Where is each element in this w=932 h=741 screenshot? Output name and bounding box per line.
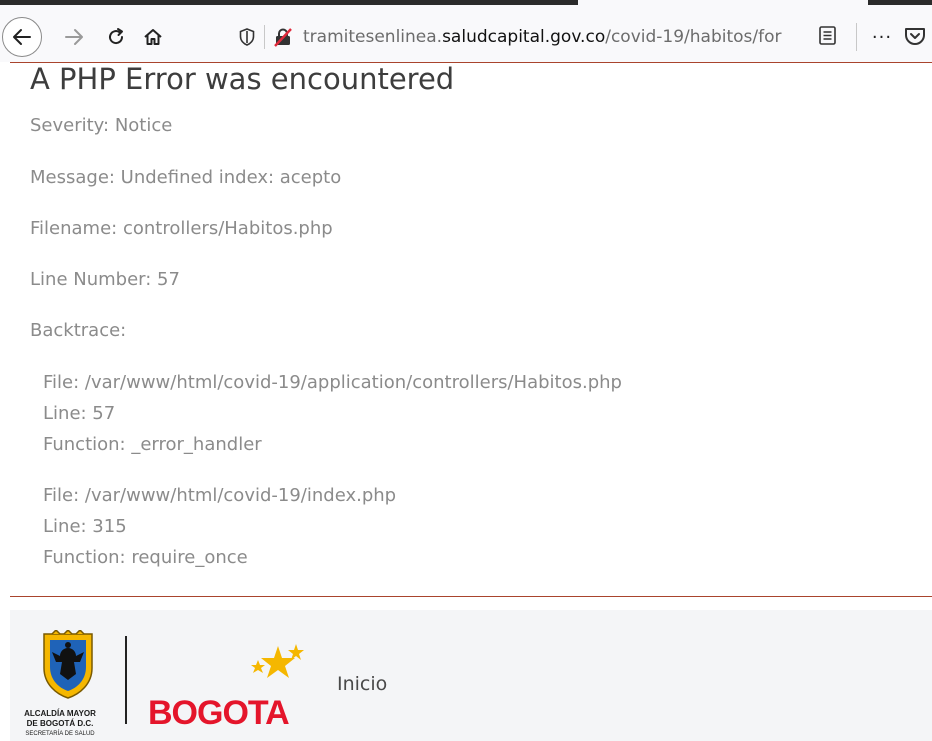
back-button[interactable] (2, 17, 42, 57)
backtrace-file: File: /var/www/html/covid-19/application… (43, 372, 622, 393)
address-bar-divider (264, 25, 265, 49)
error-severity: Severity: Notice (30, 115, 173, 136)
bogota-logo[interactable]: BOGOTA (144, 644, 314, 736)
backtrace-line: Line: 57 (43, 403, 116, 424)
url-path: /covid-19/habitos/for (605, 27, 782, 47)
crest-line-2: DE BOGOTÁ D.C. (26, 719, 94, 728)
reader-view-button[interactable] (818, 25, 840, 49)
backtrace-function: Function: _error_handler (43, 434, 262, 455)
tab-strip (0, 0, 932, 8)
url-prefix: tramitesenlinea. (303, 27, 443, 47)
more-icon: ··· (871, 26, 893, 48)
pocket-icon (905, 28, 925, 45)
backtrace-file: File: /var/www/html/covid-19/index.php (43, 485, 397, 506)
toolbar-divider (856, 23, 857, 51)
error-message: Message: Undefined index: acepto (30, 167, 342, 188)
insecure-lock-icon[interactable] (271, 27, 295, 47)
footer-link-inicio[interactable]: Inicio (337, 673, 387, 695)
crest-line-3: SECRETARÍA DE SALUD (25, 731, 95, 737)
bottom-divider (10, 596, 932, 597)
arrow-right-icon (65, 29, 83, 45)
home-icon (144, 29, 162, 45)
error-title: A PHP Error was encountered (30, 62, 455, 96)
tab-strip-right (868, 0, 932, 5)
bogota-wordmark: BOGOTA (148, 694, 290, 732)
backtrace-line: Line: 315 (43, 516, 127, 537)
reader-view-icon (819, 26, 836, 45)
pocket-button[interactable] (903, 24, 929, 50)
reload-icon (109, 28, 124, 45)
reload-button[interactable] (98, 19, 134, 55)
alcaldia-logo[interactable]: ALCALDÍA MAYOR DE BOGOTÁ D.C. SECRETARÍA… (24, 624, 108, 737)
address-bar[interactable]: tramitesenlinea.saludcapital.gov.co/covi… (234, 19, 858, 55)
site-footer: ALCALDÍA MAYOR DE BOGOTÁ D.C. SECRETARÍA… (10, 610, 932, 741)
forward-button[interactable] (56, 19, 92, 55)
backtrace-function: Function: require_once (43, 547, 248, 568)
url-text[interactable]: tramitesenlinea.saludcapital.gov.co/covi… (303, 27, 807, 47)
crest-line-1: ALCALDÍA MAYOR (24, 709, 96, 718)
arrow-left-icon (13, 29, 31, 45)
logo-divider (125, 636, 127, 724)
url-host: saludcapital.gov.co (442, 27, 606, 47)
tab-strip-left (0, 0, 578, 5)
error-line-number: Line Number: 57 (30, 269, 180, 290)
stars-icon (251, 644, 304, 678)
home-button[interactable] (135, 19, 171, 55)
coat-of-arms-icon (43, 630, 93, 699)
browser-toolbar: tramitesenlinea.saludcapital.gov.co/covi… (0, 0, 932, 62)
page-actions-button[interactable]: ··· (868, 24, 896, 50)
tracking-protection-icon[interactable] (234, 28, 260, 46)
error-filename: Filename: controllers/Habitos.php (30, 218, 333, 239)
backtrace-label: Backtrace: (30, 320, 127, 341)
